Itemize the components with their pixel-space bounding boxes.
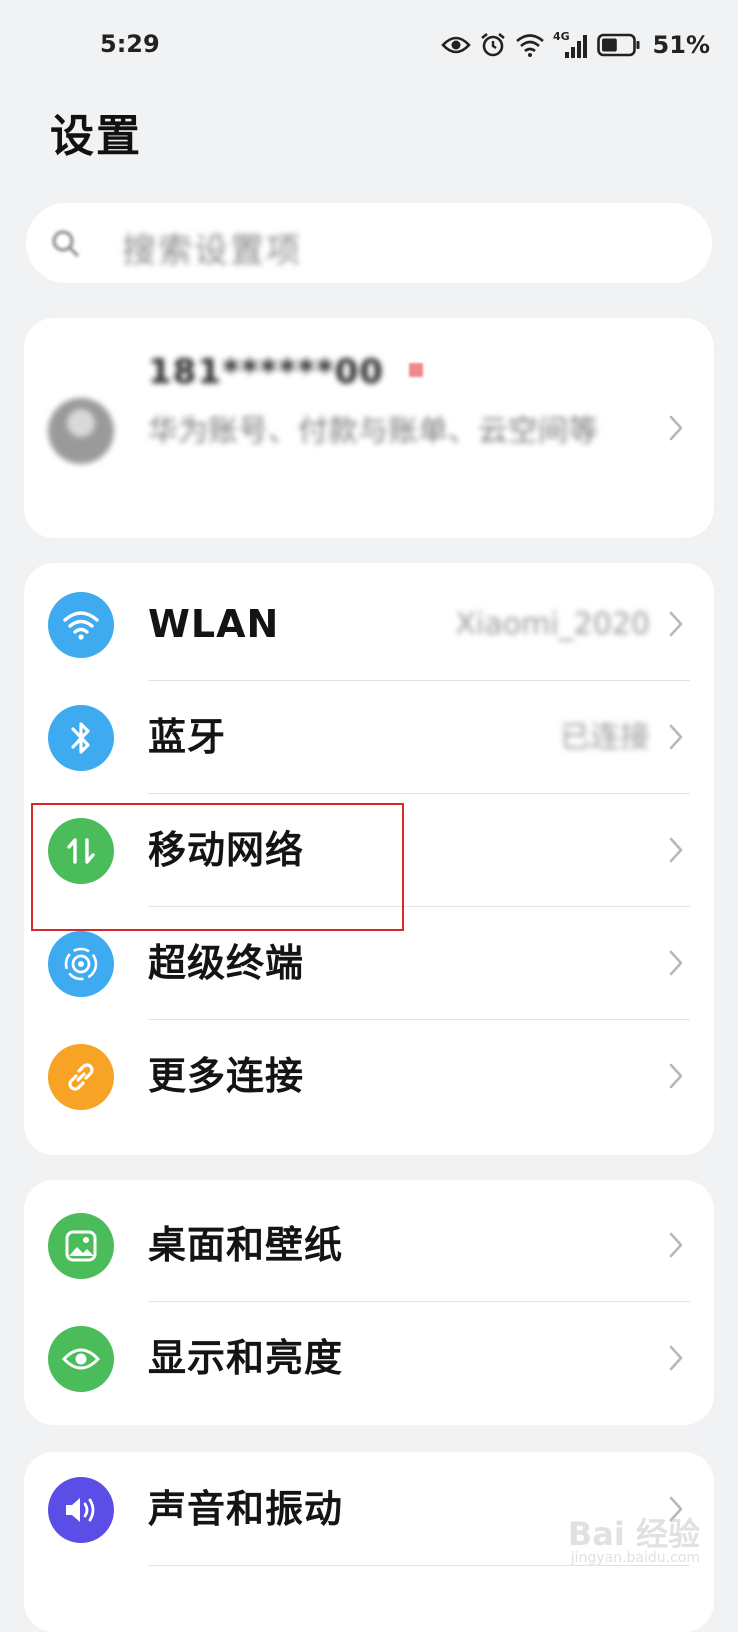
settings-item-label: 蓝牙 (148, 715, 227, 759)
status-time: 5:29 (100, 30, 160, 58)
watermark-url: jingyan.baidu.com (570, 1550, 700, 1566)
settings-item-wlan[interactable]: WLAN Xiaomi_2020 (24, 567, 714, 681)
chevron-right-icon (669, 837, 683, 863)
settings-item-label: WLAN (148, 602, 280, 646)
wallpaper-icon (48, 1213, 114, 1279)
watermark: Bai 经验 jingyan.baidu.com (568, 1518, 700, 1566)
settings-item-label: 更多连接 (148, 1054, 305, 1098)
settings-item-display-brightness[interactable]: 显示和亮度 (24, 1301, 714, 1415)
avatar (48, 398, 114, 464)
bluetooth-icon (48, 705, 114, 771)
eye-icon (440, 30, 471, 60)
notification-dot (409, 363, 423, 377)
battery-percent: 51% (652, 31, 710, 59)
super-device-icon (48, 931, 114, 997)
chevron-right-icon (669, 950, 683, 976)
alarm-icon (479, 30, 507, 60)
search-placeholder: 搜索设置项 (122, 231, 302, 271)
search-bar[interactable]: 搜索设置项 (26, 203, 712, 283)
settings-item-wallpaper[interactable]: 桌面和壁纸 (24, 1188, 714, 1302)
status-icons: 4G 51% (440, 28, 710, 62)
chevron-right-icon (669, 1232, 683, 1258)
settings-item-more-connections[interactable]: 更多连接 (24, 1019, 714, 1133)
chevron-right-icon (669, 611, 683, 637)
account-card[interactable]: 181******00 华为账号、付款与账单、云空间等 (24, 318, 714, 538)
settings-item-value: 已连接 (560, 720, 650, 755)
chevron-right-icon (669, 415, 683, 441)
chevron-right-icon (669, 1063, 683, 1089)
settings-item-bluetooth[interactable]: 蓝牙 已连接 (24, 680, 714, 794)
chevron-right-icon (669, 724, 683, 750)
settings-item-value: Xiaomi_2020 (455, 607, 650, 642)
status-bar: 5:29 4G 51% (0, 0, 738, 90)
page-title: 设置 (50, 111, 142, 162)
search-icon (50, 228, 82, 260)
wifi-icon (48, 592, 114, 658)
signal-icon: 4G (553, 30, 589, 60)
network-type-label: 4G (553, 30, 570, 43)
display-card: 桌面和壁纸 显示和亮度 (24, 1180, 714, 1425)
settings-item-label: 显示和亮度 (148, 1336, 344, 1380)
settings-item-label: 桌面和壁纸 (148, 1223, 344, 1267)
wifi-icon (515, 30, 545, 60)
settings-item-label: 超级终端 (148, 941, 305, 985)
account-description: 华为账号、付款与账单、云空间等 (148, 414, 598, 449)
account-name: 181******00 (148, 352, 384, 392)
highlight-box (31, 803, 404, 931)
chevron-right-icon (669, 1345, 683, 1371)
settings-item-label: 声音和振动 (148, 1487, 344, 1531)
eye-icon (48, 1326, 114, 1392)
watermark-text: Bai 经验 (567, 1515, 700, 1553)
battery-icon (596, 30, 641, 60)
speaker-icon (48, 1477, 114, 1543)
link-icon (48, 1044, 114, 1110)
